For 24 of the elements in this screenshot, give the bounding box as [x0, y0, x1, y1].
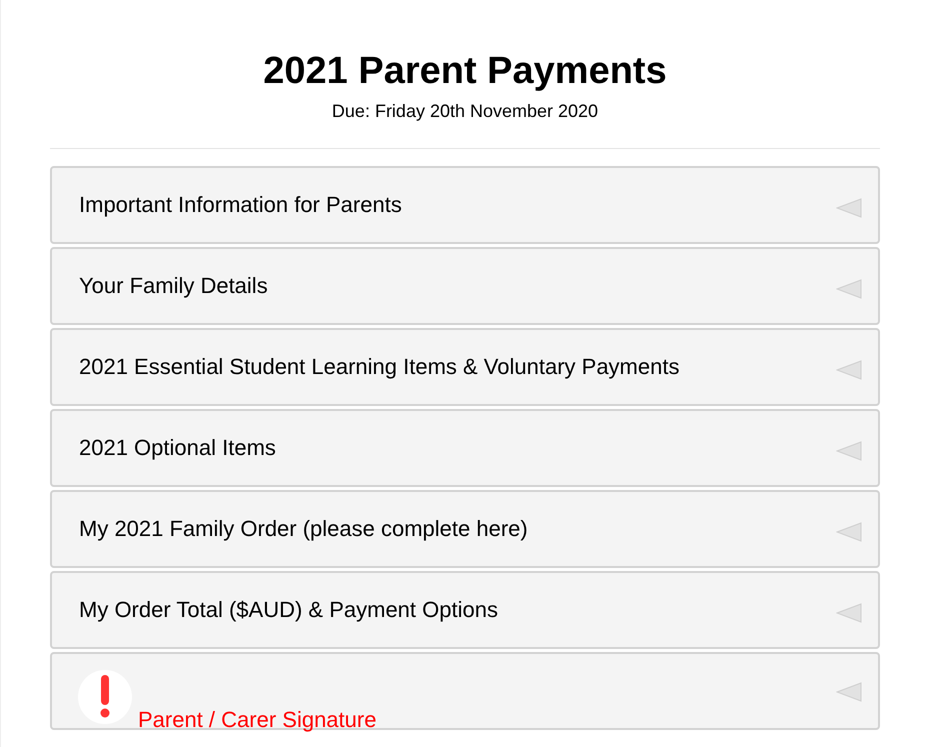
- accordion-header[interactable]: Your Family Details: [50, 247, 880, 325]
- accordion-header[interactable]: 2021 Essential Student Learning Items & Voluntary Payments: [50, 328, 880, 406]
- caret-icon: [836, 198, 862, 218]
- accordion-header[interactable]: My 2021 Family Order (please complete here): [50, 490, 880, 568]
- caret-icon: [836, 603, 862, 623]
- accordion-header[interactable]: 2021 Optional Items: [50, 409, 880, 487]
- caret-icon: [836, 441, 862, 461]
- alert-icon: [78, 670, 132, 724]
- section-title: My Order Total ($AUD) & Payment Options: [79, 597, 499, 623]
- accordion-header[interactable]: Important Information for Parents: [50, 166, 880, 244]
- caret-icon: [836, 522, 862, 542]
- caret-icon: [836, 360, 862, 380]
- section-title: Parent / Carer Signature: [138, 708, 378, 732]
- section-title: 2021 Essential Student Learning Items & Voluntary Payments: [79, 354, 680, 380]
- page-title: 2021 Parent Payments: [262, 49, 668, 94]
- section-title: My 2021 Family Order (please complete here): [79, 516, 529, 542]
- due-date: Due: Friday 20th November 2020: [330, 100, 600, 122]
- section-title: Your Family Details: [79, 273, 269, 299]
- caret-icon: [836, 682, 862, 702]
- section-title: Important Information for Parents: [79, 192, 403, 218]
- accordion-header[interactable]: My Order Total ($AUD) & Payment Options: [50, 571, 880, 649]
- caret-icon: [836, 279, 862, 299]
- accordion-header[interactable]: Parent / Carer Signature: [50, 652, 880, 730]
- section-title: 2021 Optional Items: [79, 435, 277, 461]
